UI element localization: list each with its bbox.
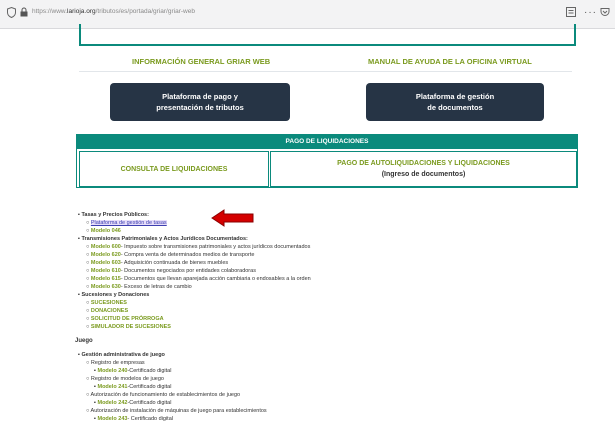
pocket-icon[interactable] (600, 7, 610, 21)
gestion-juego-heading: Gestión administrativa de juego (81, 352, 165, 358)
juego-group-label: Registro de modelos de juego (90, 376, 164, 382)
list-item: ○ Registro de empresas (86, 360, 145, 366)
donaciones-link[interactable]: DONACIONES (91, 308, 128, 314)
list-item: ○ SOLICITUD DE PRÓRROGA (86, 316, 164, 322)
list-item: ○ SIMULADOR DE SUCESIONES (86, 324, 171, 330)
list-item: ▪ Gestión administrativa de juego (78, 352, 165, 358)
modelo-link[interactable]: Modelo 241 (97, 384, 127, 390)
shield-icon[interactable] (7, 6, 16, 22)
modelo-desc: - Documentos que llevan aparejada acción… (120, 276, 311, 282)
modelo-link[interactable]: Modelo 243 (97, 416, 127, 422)
juego-group-label: Autorización de funcionamiento de establ… (90, 392, 241, 398)
list-item: ○ Modelo 600- Impuesto sobre transmision… (86, 244, 311, 250)
modelo-desc: -Certificado digital (127, 368, 172, 374)
list-item: ○ Autorización de funcionamiento de esta… (86, 392, 241, 398)
juego-group-label: Registro de empresas (90, 360, 145, 366)
more-options-icon[interactable]: ··· (584, 7, 597, 19)
plataforma-tasas-link[interactable]: Plataforma de gestión de tasas (90, 220, 167, 226)
list-item: ○ Modelo 046 (86, 228, 121, 234)
transmisiones-heading: Transmisiones Patrimoniales y Actos Jurí… (81, 236, 248, 242)
reader-view-icon[interactable] (566, 7, 576, 21)
list-item: ○ Plataforma de gestión de tasas (86, 220, 167, 226)
modelo-link[interactable]: Modelo 615 (91, 276, 121, 282)
list-item: ▪ Transmisiones Patrimoniales y Actos Ju… (78, 236, 248, 242)
modelo-link[interactable]: Modelo 240 (97, 368, 127, 374)
tributos-list: ▪ Tasas y Precios Públicos: ○ Plataforma… (0, 29, 615, 442)
modelo-link[interactable]: Modelo 620 (91, 252, 121, 258)
list-item: ▪ Modelo 242-Certificado digital (94, 400, 172, 406)
list-item: ▪ Modelo 243- Certificado digital (94, 416, 173, 422)
simulador-sucesiones-link[interactable]: SIMULADOR DE SUCESIONES (91, 324, 171, 330)
juego-group-label: Autorización de instalación de máquinas … (90, 408, 267, 414)
modelo-046-link[interactable]: Modelo 046 (91, 228, 121, 234)
modelo-link[interactable]: Modelo 630 (91, 284, 121, 290)
list-item: ○ Modelo 630- Exceso de letras de cambio (86, 284, 192, 290)
url-text[interactable]: https://www.larioja.org/tributos/es/port… (32, 8, 195, 15)
modelo-link[interactable]: Modelo 610 (91, 268, 121, 274)
list-item: ▪ Sucesiones y Donaciones (78, 292, 150, 298)
modelo-desc: - Adquisición continuada de bienes muebl… (120, 260, 229, 266)
modelo-desc: -Certificado digital (127, 384, 172, 390)
modelo-link[interactable]: Modelo 600 (91, 244, 121, 250)
modelo-desc: - Exceso de letras de cambio (120, 284, 192, 290)
red-arrow-icon (211, 209, 254, 227)
tasas-heading: Tasas y Precios Públicos: (81, 212, 149, 218)
list-item: ▪ Tasas y Precios Públicos: (78, 212, 149, 218)
solicitud-prorroga-link[interactable]: SOLICITUD DE PRÓRROGA (91, 316, 164, 322)
modelo-link[interactable]: Modelo 603 (91, 260, 121, 266)
sucesiones-heading: Sucesiones y Donaciones (81, 292, 150, 298)
list-item: ○ DONACIONES (86, 308, 129, 314)
juego-title: Juego (75, 338, 93, 344)
sucesiones-link[interactable]: SUCESIONES (91, 300, 127, 306)
page-content: INFORMACIÓN GENERAL GRIAR WEB MANUAL DE … (0, 24, 615, 442)
list-item: ○ Registro de modelos de juego (86, 376, 164, 382)
list-item: ▪ Modelo 241-Certificado digital (94, 384, 172, 390)
lock-icon[interactable] (20, 7, 28, 21)
list-item: ○ Modelo 620- Compra venta de determinad… (86, 252, 255, 258)
modelo-desc: - Documentos negociados por entidades co… (120, 268, 256, 274)
list-item: ○ Autorización de instalación de máquina… (86, 408, 267, 414)
list-item: ○ Modelo 610- Documentos negociados por … (86, 268, 256, 274)
modelo-link[interactable]: Modelo 242 (97, 400, 127, 406)
list-item: ○ SUCESIONES (86, 300, 127, 306)
modelo-desc: - Compra venta de determinados medios de… (120, 252, 255, 258)
modelo-desc: -Certificado digital (127, 400, 172, 406)
list-item: ○ Modelo 603- Adquisición continuada de … (86, 260, 229, 266)
modelo-desc: - Impuesto sobre transmisiones patrimoni… (120, 244, 311, 250)
list-item: ▪ Modelo 240-Certificado digital (94, 368, 172, 374)
list-item: ○ Modelo 615- Documentos que llevan apar… (86, 276, 311, 282)
modelo-desc: - Certificado digital (127, 416, 173, 422)
